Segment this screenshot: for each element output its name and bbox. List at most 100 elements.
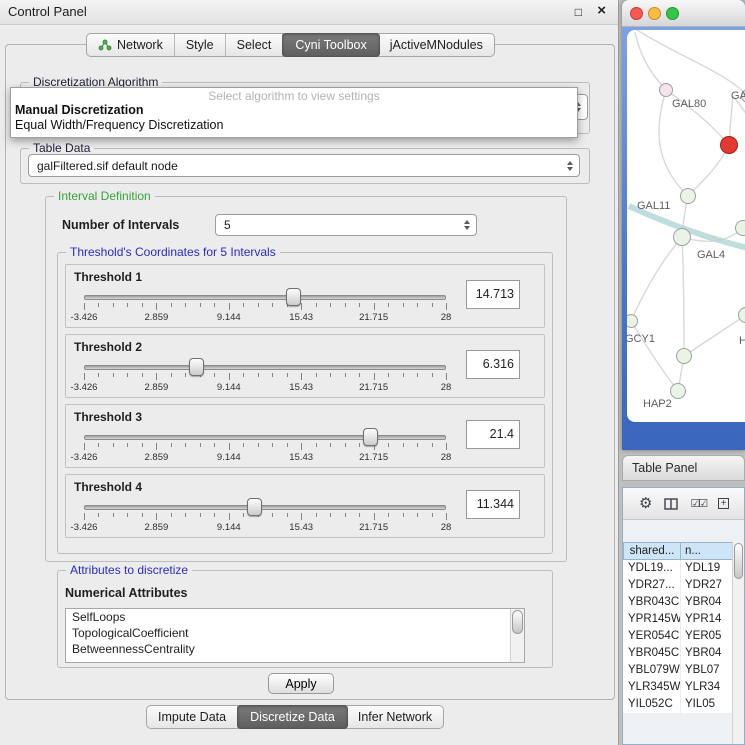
slider-track[interactable] <box>84 295 446 300</box>
column-header-shared-name[interactable]: shared... <box>623 542 681 560</box>
numerical-attribute-item[interactable]: BetweennessCentrality <box>66 641 524 657</box>
tick-mark <box>432 373 433 377</box>
tick-mark <box>214 443 215 447</box>
minimize-traffic-light[interactable] <box>648 7 661 20</box>
numerical-attribute-item[interactable]: SelfLoops <box>66 609 524 625</box>
cell-shared-name[interactable]: YBR043C <box>623 594 681 611</box>
node-table-rows: YDL19...YDL19YDR27...YDR27YBR043CYBR04YP… <box>623 560 745 713</box>
zoom-traffic-light[interactable] <box>666 7 679 20</box>
tick-label: 9.144 <box>217 522 241 533</box>
table-row[interactable]: YBR043CYBR04 <box>623 594 745 611</box>
tab-jactivemnodules[interactable]: jActiveMNodules <box>379 34 494 56</box>
attributes-list-scrollbar[interactable] <box>510 609 524 662</box>
threshold-panel-1: Threshold 1 -3.4262.8599.14415.4321.7152… <box>65 264 545 328</box>
cell-shared-name[interactable]: YPR145W <box>623 611 681 628</box>
threshold-2-value-field[interactable]: 6.316 <box>466 350 520 379</box>
tick-mark <box>214 303 215 307</box>
tab-network[interactable]: Network <box>87 34 175 56</box>
numerical-attribute-item[interactable]: TopologicalCoefficient <box>66 625 524 641</box>
tick-mark <box>432 513 433 517</box>
slider-thumb[interactable] <box>363 428 378 446</box>
threshold-1-value-field[interactable]: 14.713 <box>466 280 520 309</box>
tick-mark <box>330 513 331 517</box>
tick-mark <box>185 373 186 377</box>
tick-mark <box>272 373 273 377</box>
table-row[interactable]: YDR27...YDR27 <box>623 577 745 594</box>
tick-label: -3.426 <box>71 382 98 393</box>
slider-scale-labels: -3.4262.8599.14415.4321.71528 <box>84 452 446 463</box>
table-row[interactable]: YPR145WYPR14 <box>623 611 745 628</box>
network-node[interactable] <box>676 348 692 364</box>
threshold-3-value-field[interactable]: 21.4 <box>466 420 520 449</box>
column-chooser-icon[interactable] <box>664 498 678 510</box>
network-node[interactable] <box>720 136 738 154</box>
scrollbar-thumb[interactable] <box>512 610 523 634</box>
tick-mark <box>171 303 172 307</box>
close-window-icon[interactable]: × <box>597 2 606 19</box>
cell-shared-name[interactable]: YDL19... <box>623 560 681 577</box>
apply-button[interactable]: Apply <box>268 673 334 694</box>
slider-track[interactable] <box>84 365 446 370</box>
table-row[interactable]: YDL19...YDL19 <box>623 560 745 577</box>
cell-shared-name[interactable]: YDR27... <box>623 577 681 594</box>
select-columns-icon[interactable]: ☑☑ <box>690 497 706 510</box>
network-canvas[interactable]: GAL80GAGAL11GAL4GCY1HHAP2 <box>627 30 745 422</box>
tab-discretize-data[interactable]: Discretize Data <box>237 705 348 729</box>
threshold-4-slider[interactable]: -3.4262.8599.14415.4321.71528 <box>84 496 446 536</box>
tab-select[interactable]: Select <box>226 34 284 56</box>
network-node-hap2[interactable] <box>670 383 686 399</box>
network-node-gal80[interactable] <box>659 83 673 97</box>
tick-mark <box>127 373 128 377</box>
network-node-gal11[interactable] <box>680 188 696 204</box>
threshold-2-slider[interactable]: -3.4262.8599.14415.4321.71528 <box>84 356 446 396</box>
tick-mark <box>359 373 360 377</box>
gear-icon[interactable]: ⚙ <box>639 496 652 511</box>
slider-thumb[interactable] <box>189 358 204 376</box>
float-window-icon[interactable]: □ <box>575 5 582 19</box>
tick-mark <box>98 443 99 447</box>
table-row[interactable]: YER054CYER05 <box>623 628 745 645</box>
tick-label: -3.426 <box>71 312 98 323</box>
tick-mark <box>127 303 128 307</box>
close-traffic-light[interactable] <box>630 7 643 20</box>
threshold-1-slider[interactable]: -3.4262.8599.14415.4321.71528 <box>84 286 446 326</box>
cell-shared-name[interactable]: YBL079W <box>623 662 681 679</box>
cell-shared-name[interactable]: YER054C <box>623 628 681 645</box>
tick-mark <box>316 373 317 377</box>
table-row[interactable]: YLR345WYLR34 <box>623 679 745 696</box>
tab-infer-network[interactable]: Infer Network <box>347 706 443 728</box>
tick-mark <box>330 373 331 377</box>
cell-shared-name[interactable]: YIL052C <box>623 696 681 713</box>
algorithm-dropdown-popup: Select algorithm to view settings Manual… <box>10 87 578 138</box>
slider-thumb[interactable] <box>247 498 262 516</box>
popup-option-manual-discretization[interactable]: Manual Discretization <box>11 103 577 118</box>
numerical-attributes-list[interactable]: SelfLoopsTopologicalCoefficientBetweenne… <box>65 608 525 663</box>
tick-mark <box>417 373 418 377</box>
table-row[interactable]: YBL079WYBL07 <box>623 662 745 679</box>
table-panel-title[interactable]: Table Panel <box>622 455 745 481</box>
threshold-label: Threshold 4 <box>74 480 142 494</box>
add-column-icon[interactable]: + <box>718 498 729 509</box>
slider-thumb[interactable] <box>286 288 301 306</box>
threshold-4-value-field[interactable]: 11.344 <box>466 490 520 519</box>
table-data-combobox[interactable]: galFiltered.sif default node <box>28 154 580 177</box>
slider-track[interactable] <box>84 505 446 510</box>
network-node-gal4[interactable] <box>673 228 691 246</box>
slider-track[interactable] <box>84 435 446 440</box>
cell-shared-name[interactable]: YLR345W <box>623 679 681 696</box>
tab-impute-data[interactable]: Impute Data <box>147 706 238 728</box>
thresholds-group-title: Threshold's Coordinates for 5 Intervals <box>66 245 280 259</box>
popup-option-equal-width-frequency[interactable]: Equal Width/Frequency Discretization <box>11 118 577 133</box>
number-of-intervals-combobox[interactable]: 5 <box>215 214 477 236</box>
tab-cyni-toolbox[interactable]: Cyni Toolbox <box>282 33 379 57</box>
tab-style[interactable]: Style <box>175 34 226 56</box>
table-row[interactable]: YBR045CYBR04 <box>623 645 745 662</box>
network-node[interactable] <box>735 220 745 236</box>
tick-mark <box>171 373 172 377</box>
network-icon <box>98 39 112 51</box>
scrollbar-thumb[interactable] <box>734 543 743 579</box>
table-scrollbar[interactable] <box>732 542 744 744</box>
threshold-3-slider[interactable]: -3.4262.8599.14415.4321.71528 <box>84 426 446 466</box>
cell-shared-name[interactable]: YBR045C <box>623 645 681 662</box>
table-row[interactable]: YIL052CYIL05 <box>623 696 745 713</box>
